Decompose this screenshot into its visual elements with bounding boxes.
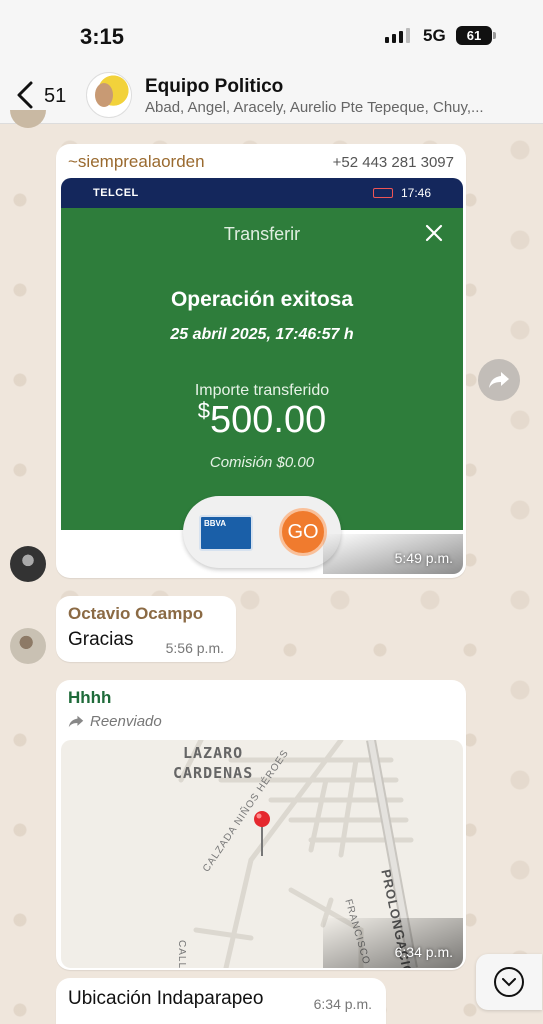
phone-status-bar: TELCEL 17:46 <box>61 178 463 208</box>
message-sender[interactable]: ~siemprealaorden <box>68 152 205 172</box>
location-map[interactable]: LAZARO CARDENAS CALZADA NIÑOS HÉROES PRO… <box>61 740 463 968</box>
message-text: Ubicación Indaparapeo <box>68 988 264 1009</box>
message-sender[interactable]: Hhhh <box>68 688 111 708</box>
chevron-down-circle-icon <box>494 967 524 997</box>
scroll-to-bottom-button[interactable] <box>476 954 542 1010</box>
commission: Comisión $0.00 <box>209 454 315 471</box>
group-avatar[interactable] <box>86 72 132 118</box>
group-title[interactable]: Equipo Politico <box>145 76 283 98</box>
message-time: 6:34 p.m. <box>394 944 453 960</box>
message-text: Gracias <box>68 629 134 650</box>
message-bubble-location[interactable]: Hhhh Reenviado LAZARO CARDENAS CALZADA N… <box>56 680 466 970</box>
transfer-datetime: 25 abril 2025, 17:46:57 h <box>170 326 354 343</box>
message-bubble-text[interactable]: Octavio Ocampo Gracias 5:56 p.m. <box>56 596 236 662</box>
sender-phone: +52 443 281 3097 <box>332 154 454 171</box>
signal-icon <box>385 28 410 43</box>
map-street-label: CALL <box>176 940 187 968</box>
avatar[interactable] <box>10 628 46 664</box>
message-time: 5:49 p.m. <box>394 550 453 566</box>
battery-icon: 61 <box>456 26 496 45</box>
map-area-label: CARDENAS <box>173 764 254 782</box>
carrier-label: TELCEL <box>93 187 139 199</box>
bank-card-icon: BBVA <box>199 515 253 551</box>
transfer-title: Transferir <box>223 224 301 244</box>
status-time: 3:15 <box>80 24 125 49</box>
go-logo: GO <box>279 508 327 556</box>
phone-time: 17:46 <box>400 186 431 200</box>
unread-count[interactable]: 51 <box>44 85 66 108</box>
message-bubble-text[interactable]: Ubicación Indaparapeo 6:34 p.m. <box>56 978 386 1024</box>
transfer-panel: Transferir Operación exitosa 25 abril 20… <box>61 208 463 530</box>
transfer-result: Operación exitosa <box>170 288 354 311</box>
chevron-left-icon[interactable] <box>14 80 36 110</box>
network-type: 5G <box>423 26 446 45</box>
transfer-amount: $500.00 <box>197 398 327 441</box>
forwarded-icon <box>68 715 84 728</box>
phone-battery-icon <box>373 188 393 198</box>
message-time: 6:34 p.m. <box>313 996 372 1012</box>
card-go-pill: BBVA GO <box>183 496 341 568</box>
map-area-label: LAZARO <box>183 744 244 762</box>
forwarded-label: Reenviado <box>68 713 162 730</box>
close-icon <box>425 224 443 242</box>
message-time: 5:56 p.m. <box>165 640 224 656</box>
avatar[interactable] <box>10 546 46 582</box>
forward-button[interactable] <box>478 359 520 401</box>
message-bubble-image[interactable]: ~siemprealaorden +52 443 281 3097 TELCEL… <box>56 144 466 578</box>
group-members[interactable]: Abad, Angel, Aracely, Aurelio Pte Tepequ… <box>145 99 484 116</box>
transfer-screenshot[interactable]: TELCEL 17:46 Transferir Operación exitos… <box>61 178 463 574</box>
chat-header: 51 Equipo Politico Abad, Angel, Aracely,… <box>0 68 543 124</box>
share-forward-icon <box>489 372 509 388</box>
status-bar: 3:15 5G 61 <box>0 0 543 68</box>
message-sender[interactable]: Octavio Ocampo <box>68 604 203 624</box>
map-pin-icon <box>254 811 270 856</box>
